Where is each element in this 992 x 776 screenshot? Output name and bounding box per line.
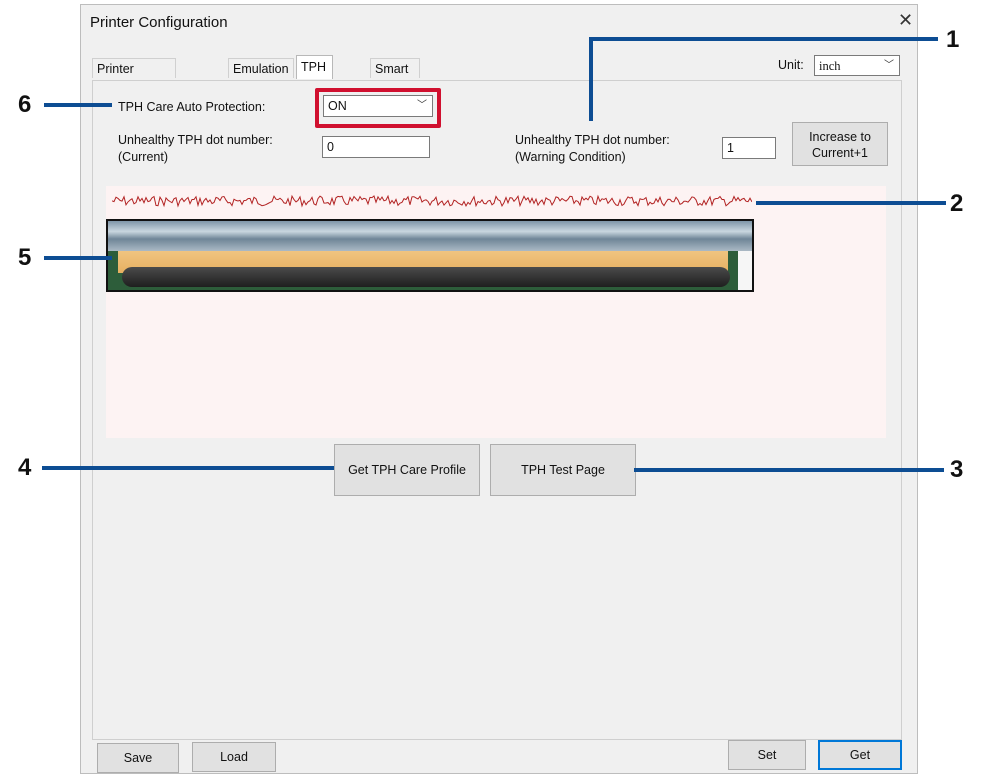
- increase-button-line2: Current+1: [812, 146, 868, 160]
- get-tph-care-profile-button[interactable]: Get TPH Care Profile: [334, 444, 480, 496]
- get-button[interactable]: Get: [818, 740, 902, 770]
- print-head-image: [106, 219, 754, 292]
- tph-test-page-button[interactable]: TPH Test Page: [490, 444, 636, 496]
- chevron-down-icon: ﹀: [417, 100, 427, 111]
- warning-dot-field[interactable]: 1: [722, 137, 776, 159]
- callout-6-number: 6: [18, 91, 32, 118]
- current-dot-label-line2: (Current): [118, 150, 169, 164]
- callout-5-line: [44, 256, 112, 260]
- current-dot-field[interactable]: 0: [322, 136, 430, 158]
- callout-1-line-horizontal: [590, 37, 938, 41]
- tab-smart-battery[interactable]: Smart Battery: [370, 58, 420, 96]
- callout-1-line-vertical: [589, 37, 593, 121]
- set-button[interactable]: Set: [728, 740, 806, 770]
- unit-select-value: inch: [819, 59, 841, 73]
- window-title: Printer Configuration: [90, 14, 228, 31]
- chevron-down-icon: ﹀: [884, 60, 894, 71]
- tab-tph-care[interactable]: TPH Care: [296, 55, 334, 96]
- callout-5-number: 5: [18, 244, 32, 271]
- callout-3-line: [634, 468, 944, 472]
- save-button[interactable]: Save: [97, 743, 179, 773]
- close-icon[interactable]: ✕: [898, 10, 913, 31]
- load-button[interactable]: Load: [192, 742, 276, 772]
- auto-protection-value: ON: [328, 99, 347, 113]
- callout-6-line: [44, 103, 112, 107]
- auto-protection-select[interactable]: ON ﹀: [323, 95, 433, 117]
- callout-2-number: 2: [950, 190, 964, 217]
- tab-emulation[interactable]: Emulation: [228, 58, 294, 78]
- increase-button[interactable]: Increase to Current+1: [792, 122, 888, 166]
- callout-4-line: [42, 466, 334, 470]
- unit-select[interactable]: inch ﹀: [814, 55, 900, 76]
- dot-resistance-waveform: [112, 194, 752, 208]
- callout-3-number: 3: [950, 456, 964, 483]
- callout-2-line: [756, 201, 946, 205]
- increase-button-line1: Increase to: [809, 130, 871, 144]
- tab-printer-configuration[interactable]: Printer Configuration: [92, 58, 177, 96]
- auto-protection-label: TPH Care Auto Protection:: [118, 100, 266, 114]
- callout-1-number: 1: [946, 26, 960, 53]
- current-dot-label-line1: Unhealthy TPH dot number:: [118, 133, 273, 147]
- warning-dot-label-line2: (Warning Condition): [515, 150, 626, 164]
- callout-4-number: 4: [18, 454, 32, 481]
- unit-label: Unit:: [778, 58, 804, 72]
- warning-dot-label-line1: Unhealthy TPH dot number:: [515, 133, 670, 147]
